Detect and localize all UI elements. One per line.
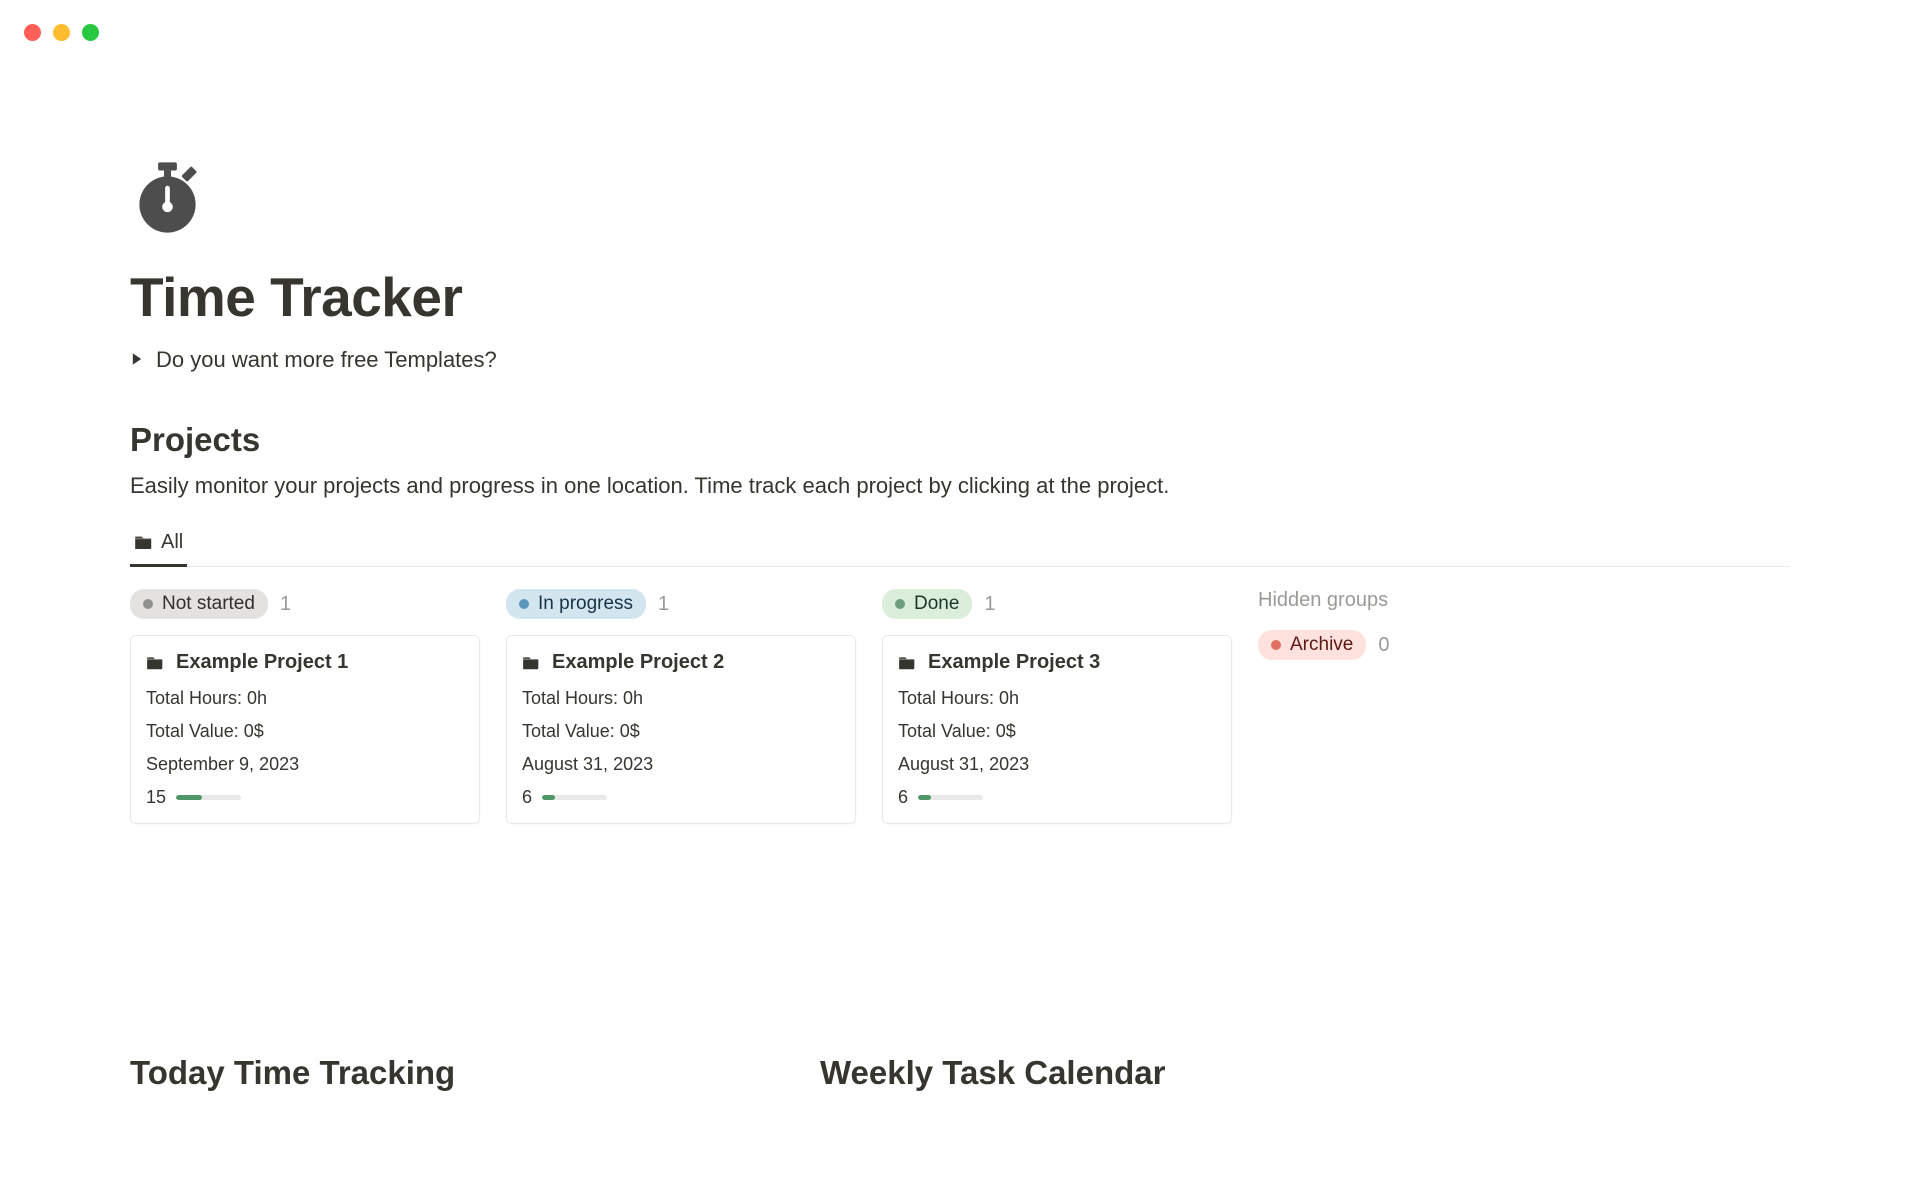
project-card[interactable]: Example Project 1 Total Hours: 0h Total … xyxy=(130,635,480,824)
folder-icon xyxy=(898,654,916,672)
weekly-task-calendar-heading: Weekly Task Calendar xyxy=(820,1054,1165,1092)
hidden-groups: Hidden groups Archive 0 xyxy=(1258,589,1518,824)
close-window-button[interactable] xyxy=(24,24,41,41)
hidden-groups-label: Hidden groups xyxy=(1258,589,1518,612)
today-time-tracking-heading: Today Time Tracking xyxy=(130,1054,740,1092)
status-dot-icon xyxy=(519,599,529,609)
progress-bar xyxy=(918,795,983,800)
column-count: 1 xyxy=(280,593,291,616)
tab-all-label: All xyxy=(161,531,183,554)
column-done: Done 1 Example Project 3 Total Hours: 0h… xyxy=(882,589,1232,824)
progress-number: 15 xyxy=(146,787,166,808)
status-pill-done[interactable]: Done xyxy=(882,589,972,619)
column-in-progress: In progress 1 Example Project 2 Total Ho… xyxy=(506,589,856,824)
card-total-hours: Total Hours: 0h xyxy=(898,688,1216,709)
card-title: Example Project 2 xyxy=(552,651,724,674)
card-total-value: Total Value: 0$ xyxy=(898,721,1216,742)
status-dot-icon xyxy=(143,599,153,609)
status-label: Not started xyxy=(162,593,255,615)
page-title: Time Tracker xyxy=(130,265,1790,329)
stopwatch-icon xyxy=(130,160,1790,235)
projects-heading: Projects xyxy=(130,421,1790,459)
folder-icon xyxy=(134,533,153,552)
card-total-hours: Total Hours: 0h xyxy=(522,688,840,709)
templates-toggle[interactable]: Do you want more free Templates? xyxy=(130,347,1790,373)
status-pill-archive[interactable]: Archive xyxy=(1258,630,1366,660)
templates-toggle-label: Do you want more free Templates? xyxy=(156,347,497,373)
column-count: 1 xyxy=(984,593,995,616)
card-total-hours: Total Hours: 0h xyxy=(146,688,464,709)
status-label: In progress xyxy=(538,593,633,615)
progress-number: 6 xyxy=(898,787,908,808)
maximize-window-button[interactable] xyxy=(82,24,99,41)
card-title: Example Project 1 xyxy=(176,651,348,674)
card-title: Example Project 3 xyxy=(928,651,1100,674)
status-label: Done xyxy=(914,593,959,615)
status-pill-in-progress[interactable]: In progress xyxy=(506,589,646,619)
status-dot-icon xyxy=(1271,640,1281,650)
project-card[interactable]: Example Project 3 Total Hours: 0h Total … xyxy=(882,635,1232,824)
window-traffic-lights[interactable] xyxy=(24,24,99,41)
folder-icon xyxy=(522,654,540,672)
status-dot-icon xyxy=(895,599,905,609)
column-not-started: Not started 1 Example Project 1 Total Ho… xyxy=(130,589,480,824)
kanban-board: Not started 1 Example Project 1 Total Ho… xyxy=(130,589,1790,824)
projects-description: Easily monitor your projects and progres… xyxy=(130,473,1790,499)
tab-all[interactable]: All xyxy=(130,525,187,567)
card-total-value: Total Value: 0$ xyxy=(522,721,840,742)
card-date: September 9, 2023 xyxy=(146,754,464,775)
caret-right-icon xyxy=(130,352,144,369)
folder-icon xyxy=(146,654,164,672)
progress-number: 6 xyxy=(522,787,532,808)
project-card[interactable]: Example Project 2 Total Hours: 0h Total … xyxy=(506,635,856,824)
card-date: August 31, 2023 xyxy=(522,754,840,775)
minimize-window-button[interactable] xyxy=(53,24,70,41)
progress-bar xyxy=(176,795,241,800)
progress-bar xyxy=(542,795,607,800)
archive-count: 0 xyxy=(1378,634,1389,657)
card-date: August 31, 2023 xyxy=(898,754,1216,775)
column-count: 1 xyxy=(658,593,669,616)
card-total-value: Total Value: 0$ xyxy=(146,721,464,742)
status-label: Archive xyxy=(1290,634,1353,656)
view-tabs: All xyxy=(130,525,1790,567)
status-pill-not-started[interactable]: Not started xyxy=(130,589,268,619)
